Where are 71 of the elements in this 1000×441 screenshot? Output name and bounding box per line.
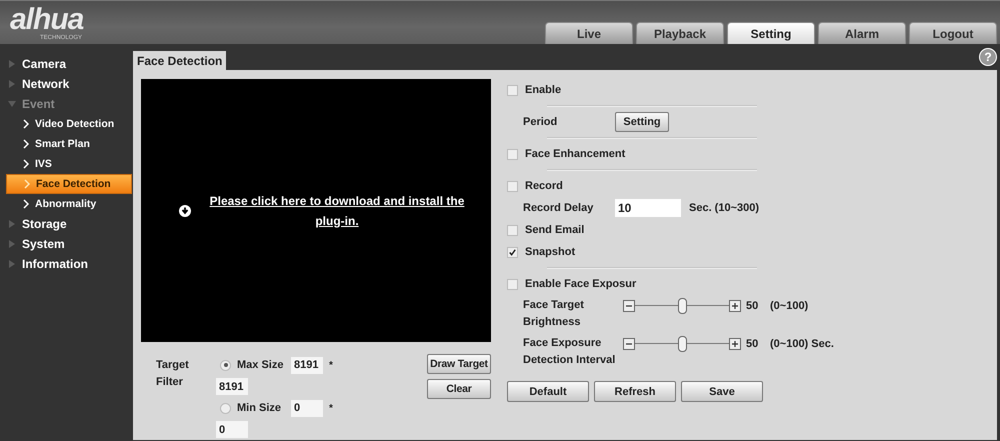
checkbox-label: Enable (525, 84, 562, 96)
nav-tab[interactable]: Alarm (818, 22, 906, 44)
nav-tab[interactable]: Playback (636, 22, 724, 44)
checkbox-label: Face Enhancement (525, 148, 626, 160)
slider-value: 50 (746, 300, 760, 312)
slider-thumb[interactable] (678, 336, 687, 352)
field-label: Record Delay (523, 202, 594, 214)
sidebar-subitem[interactable]: IVS (6, 154, 132, 174)
range-text: (0~100) (770, 300, 808, 312)
triangle-right-icon (8, 60, 16, 68)
checkbox-label: Send Email (525, 224, 584, 236)
size-field[interactable]: 0 (291, 400, 323, 416)
size-field[interactable]: 8191 (216, 378, 248, 395)
minus-button[interactable] (623, 338, 635, 350)
target-filter-label: Target Filter (155, 358, 190, 390)
field-label: Face Exposure Detection Interval (523, 336, 616, 368)
checkbox[interactable] (507, 148, 518, 160)
triangle-down-icon (8, 100, 16, 108)
minus-button[interactable] (623, 300, 635, 312)
checkbox[interactable] (507, 278, 518, 290)
triangle-right-icon (8, 80, 16, 88)
logo-wordmark: alhua (10, 4, 84, 34)
sidebar-item[interactable]: Event (0, 94, 133, 114)
checkbox-label: Enable Face Exposur (525, 278, 636, 290)
range-text: (0~100) Sec. (770, 338, 834, 350)
sidebar-subitem[interactable]: Face Detection (6, 174, 132, 194)
delay-field[interactable]: 10 (615, 199, 681, 217)
triangle-right-icon (8, 220, 16, 228)
plus-button[interactable] (729, 300, 741, 312)
action-button[interactable]: Default (507, 381, 589, 402)
plugin-download-link[interactable]: Please click here to download and install the plug-in. (201, 190, 473, 230)
required-mark: * (329, 360, 333, 370)
slider-value: 50 (746, 338, 760, 350)
filter-button[interactable]: Draw Target (427, 354, 491, 374)
action-button[interactable]: Save (681, 381, 763, 402)
download-icon (179, 204, 191, 216)
checkbox[interactable] (507, 246, 518, 258)
sidebar-item[interactable]: Network (0, 74, 133, 94)
radio-button[interactable] (220, 402, 231, 414)
option-label: Min Size (237, 402, 282, 414)
sidebar-subitem[interactable]: Abnormality (6, 194, 132, 214)
nav-tab[interactable]: Setting (727, 22, 815, 44)
action-button[interactable]: Refresh (594, 381, 676, 402)
unit-text: Sec. (10~300) (689, 202, 760, 214)
checkbox[interactable] (507, 224, 518, 236)
sidebar-item[interactable]: System (0, 234, 133, 254)
page-tab[interactable]: Face Detection (133, 51, 226, 70)
sidebar-item[interactable]: Camera (0, 54, 133, 74)
field-label: Period (523, 116, 558, 128)
field-label: Face Target Brightness (523, 298, 585, 330)
size-field[interactable]: 8191 (291, 356, 323, 374)
sidebar-subitem[interactable]: Smart Plan (6, 134, 132, 154)
size-field[interactable]: 0 (216, 421, 248, 438)
checkbox-label: Record (525, 180, 563, 192)
nav-tab[interactable]: Live (545, 22, 633, 44)
required-mark: * (329, 402, 333, 414)
sidebar-item[interactable]: Information (0, 254, 133, 274)
filter-button[interactable]: Clear (427, 379, 491, 399)
checkbox[interactable] (507, 180, 518, 192)
checkbox-label: Snapshot (525, 246, 576, 258)
nav-tab[interactable]: Logout (909, 22, 997, 44)
option-label: Max Size (237, 359, 284, 371)
sidebar-item[interactable]: Storage (0, 214, 133, 234)
checkbox[interactable] (507, 84, 518, 96)
sidebar-subitem[interactable]: Video Detection (6, 114, 132, 134)
triangle-right-icon (8, 260, 16, 268)
triangle-right-icon (8, 240, 16, 248)
radio-button[interactable] (220, 360, 231, 370)
setting-button[interactable]: Setting (615, 112, 669, 132)
plus-button[interactable] (729, 338, 741, 350)
slider-thumb[interactable] (678, 298, 687, 314)
